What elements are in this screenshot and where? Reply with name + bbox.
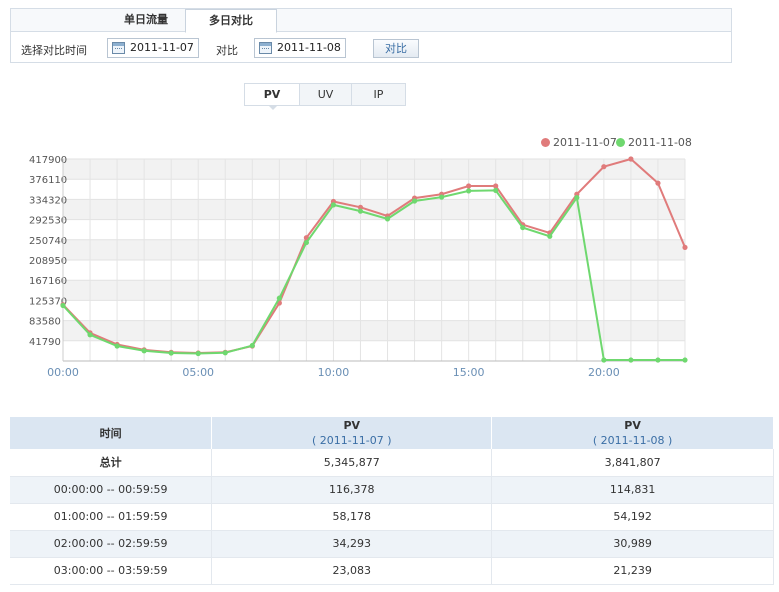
table-cell: 3,841,807 xyxy=(491,449,774,477)
data-table: 时间 PV( 2011-11-07 ) PV( 2011-11-08 ) 总计 … xyxy=(10,417,774,585)
data-point xyxy=(384,216,391,222)
metric-tabs: PV UV IP xyxy=(244,83,406,110)
data-point xyxy=(357,208,364,214)
view-tabs: 单日流量 多日对比 xyxy=(11,9,731,33)
col-header-time: 时间 xyxy=(10,417,213,449)
data-point xyxy=(466,188,472,194)
data-point xyxy=(411,198,418,204)
table-row: 02:00:00 -- 02:59:59 34,293 30,989 xyxy=(10,530,774,558)
y-tick-label: 250740 xyxy=(29,236,67,247)
data-point xyxy=(601,357,607,363)
table-row-total: 总计 5,345,877 3,841,807 xyxy=(10,449,774,477)
table-row: 03:00:00 -- 03:59:59 23,083 21,239 xyxy=(10,557,774,585)
date1-field[interactable]: 2011-11-07 xyxy=(107,38,199,58)
table-cell: 00:00:00 -- 00:59:59 xyxy=(10,476,213,504)
tab-uv[interactable]: UV xyxy=(300,84,352,105)
data-point xyxy=(249,342,255,349)
data-point xyxy=(330,202,337,208)
table-cell: 114,831 xyxy=(491,476,774,504)
table-cell: 58,178 xyxy=(211,503,493,531)
x-tick-label: 05:00 xyxy=(182,366,214,379)
data-point xyxy=(114,343,120,349)
table-cell: 30,989 xyxy=(491,530,774,558)
compare-button[interactable]: 对比 xyxy=(373,39,419,58)
col-header-pv2: PV( 2011-11-08 ) xyxy=(491,417,774,449)
data-point xyxy=(682,357,688,363)
data-point xyxy=(655,357,661,363)
data-point xyxy=(276,295,282,301)
filter-label: 选择对比时间 xyxy=(21,44,87,57)
grid-band xyxy=(63,159,685,180)
table-cell: 01:00:00 -- 01:59:59 xyxy=(10,503,213,531)
data-point xyxy=(628,156,634,162)
y-tick-label: 208950 xyxy=(29,256,67,267)
table-cell: 总计 xyxy=(10,449,213,477)
y-tick-label: 292530 xyxy=(29,216,67,227)
y-tick-label: 376110 xyxy=(29,175,67,186)
date1-value: 2011-11-07 xyxy=(130,41,194,54)
tab-pv[interactable]: PV xyxy=(245,84,300,105)
tab-multi-day[interactable]: 多日对比 xyxy=(185,9,277,33)
data-point xyxy=(222,350,228,356)
grid-band xyxy=(63,320,685,341)
grid-band xyxy=(63,199,685,220)
table-cell: 23,083 xyxy=(211,557,493,585)
table-cell: 116,378 xyxy=(211,476,493,504)
y-tick-label: 83580 xyxy=(29,317,61,328)
tab-ip[interactable]: IP xyxy=(352,84,405,105)
y-tick-label: 334320 xyxy=(29,195,67,206)
data-point xyxy=(439,194,445,200)
compare-panel: 单日流量 多日对比 选择对比时间 2011-11-07 对比 2011-11-0… xyxy=(10,8,732,63)
table-row: 00:00:00 -- 00:59:59 116,378 114,831 xyxy=(10,476,774,504)
data-point xyxy=(520,224,526,231)
calendar-icon xyxy=(112,42,125,54)
table-cell: 54,192 xyxy=(491,503,774,531)
grid-band xyxy=(63,239,685,260)
data-point xyxy=(601,164,607,170)
data-point xyxy=(574,195,580,201)
y-tick-label: 167160 xyxy=(29,276,67,287)
date2-value: 2011-11-08 xyxy=(277,41,341,54)
table-row: 01:00:00 -- 01:59:59 58,178 54,192 xyxy=(10,503,774,531)
col-header-pv1: PV( 2011-11-07 ) xyxy=(211,417,493,449)
data-point xyxy=(303,239,309,246)
x-tick-label: 15:00 xyxy=(453,366,485,379)
data-point xyxy=(60,302,66,309)
pv-line-chart: 417900 376110 334320 292530 250740 208950 1671… xyxy=(29,155,688,379)
table-cell: 5,345,877 xyxy=(211,449,493,477)
table-cell: 02:00:00 -- 02:59:59 xyxy=(10,530,213,558)
table-header-row: 时间 PV( 2011-11-07 ) PV( 2011-11-08 ) xyxy=(10,417,774,449)
y-tick-label: 417900 xyxy=(29,155,67,166)
date2-field[interactable]: 2011-11-08 xyxy=(254,38,346,58)
data-point xyxy=(87,332,93,338)
data-point xyxy=(141,348,147,354)
table-cell: 21,239 xyxy=(491,557,774,585)
data-point xyxy=(493,187,499,193)
calendar-icon xyxy=(259,42,272,54)
x-tick-label: 20:00 xyxy=(588,366,620,379)
filter-row: 选择对比时间 2011-11-07 对比 2011-11-08 对比 xyxy=(11,35,731,63)
data-point xyxy=(466,183,472,189)
data-point xyxy=(682,244,688,251)
data-point xyxy=(195,350,201,357)
active-tab-pointer xyxy=(268,105,278,110)
data-point xyxy=(547,233,553,239)
y-tick-label: 41790 xyxy=(29,337,61,348)
vs-label: 对比 xyxy=(216,44,238,57)
table-cell: 03:00:00 -- 03:59:59 xyxy=(10,557,213,585)
data-point xyxy=(628,357,634,363)
data-point xyxy=(655,180,661,186)
tab-single-day[interactable]: 单日流量 xyxy=(107,9,185,32)
x-tick-label: 10:00 xyxy=(318,366,350,379)
x-tick-label: 00:00 xyxy=(47,366,79,379)
table-cell: 34,293 xyxy=(211,530,493,558)
data-point xyxy=(168,350,174,356)
